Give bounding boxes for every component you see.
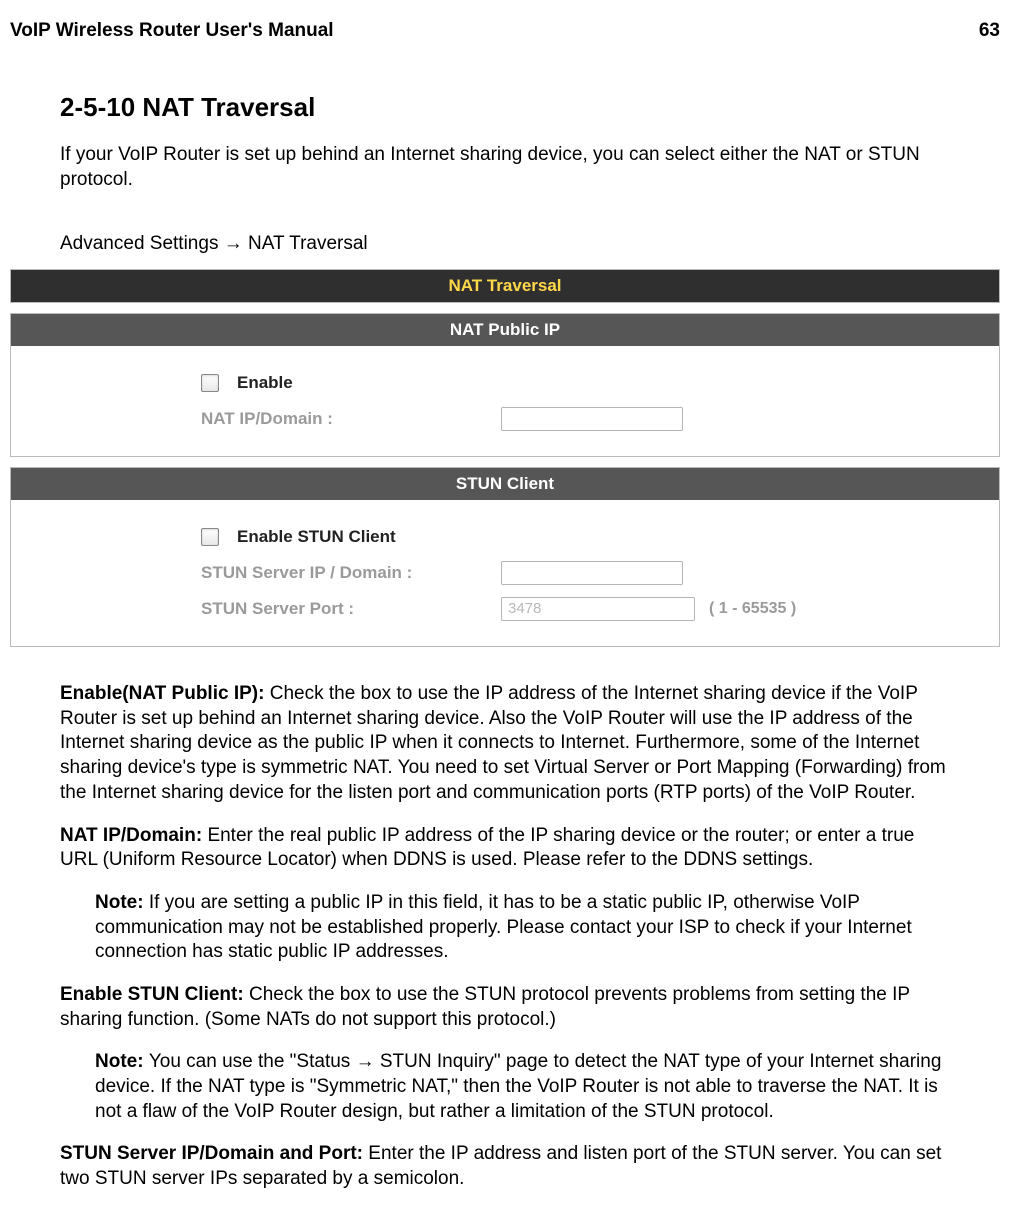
text: If you are setting a public IP in this f… — [95, 892, 912, 962]
doc-title: VoIP Wireless Router User's Manual — [10, 20, 334, 42]
stun-ip-input[interactable] — [501, 561, 683, 585]
label: Note: — [95, 892, 149, 913]
doc-header: VoIP Wireless Router User's Manual 63 — [10, 20, 1000, 42]
nat-traversal-title-panel: NAT Traversal — [10, 269, 1000, 303]
label: NAT IP/Domain: — [60, 825, 207, 846]
section-title: NAT Public IP — [11, 314, 999, 346]
arrow-icon — [224, 233, 243, 254]
stun-port-range: ( 1 - 65535 ) — [709, 600, 796, 618]
label: Note: — [95, 1051, 149, 1072]
enable-stun-checkbox[interactable] — [201, 528, 219, 546]
nat-ip-input[interactable] — [501, 407, 683, 431]
note-1: Note: If you are setting a public IP in … — [60, 891, 950, 965]
arrow-icon — [356, 1051, 375, 1072]
intro-text: If your VoIP Router is set up behind an … — [60, 143, 950, 192]
enable-nat-checkbox[interactable] — [201, 374, 219, 392]
panel-title: NAT Traversal — [11, 270, 999, 302]
text: You can use the "Status — [149, 1051, 356, 1072]
section-title: STUN Client — [11, 468, 999, 500]
para-nat-ip: NAT IP/Domain: Enter the real public IP … — [60, 824, 950, 873]
para-enable-stun: Enable STUN Client: Check the box to use… — [60, 983, 950, 1032]
label: Enable(NAT Public IP): — [60, 683, 270, 704]
stun-port-input[interactable]: 3478 — [501, 597, 695, 621]
page-number: 63 — [979, 20, 1000, 42]
note-2: Note: You can use the "Status STUN Inqui… — [60, 1050, 950, 1124]
breadcrumb-part-b: NAT Traversal — [243, 233, 368, 254]
breadcrumb: Advanced Settings NAT Traversal — [60, 232, 950, 257]
section-heading: 2-5-10 NAT Traversal — [60, 92, 950, 123]
enable-stun-label: Enable STUN Client — [237, 527, 396, 547]
para-stun-server: STUN Server IP/Domain and Port: Enter th… — [60, 1142, 950, 1191]
stun-client-panel: STUN Client Enable STUN Client STUN Serv… — [10, 467, 1000, 647]
nat-ip-label: NAT IP/Domain : — [201, 409, 501, 429]
stun-port-label: STUN Server Port : — [201, 599, 501, 619]
breadcrumb-part-a: Advanced Settings — [60, 233, 224, 254]
para-enable-nat: Enable(NAT Public IP): Check the box to … — [60, 682, 950, 805]
nat-public-ip-panel: NAT Public IP Enable NAT IP/Domain : — [10, 313, 1000, 457]
enable-nat-label: Enable — [237, 373, 293, 393]
stun-ip-label: STUN Server IP / Domain : — [201, 563, 501, 583]
label: Enable STUN Client: — [60, 984, 249, 1005]
